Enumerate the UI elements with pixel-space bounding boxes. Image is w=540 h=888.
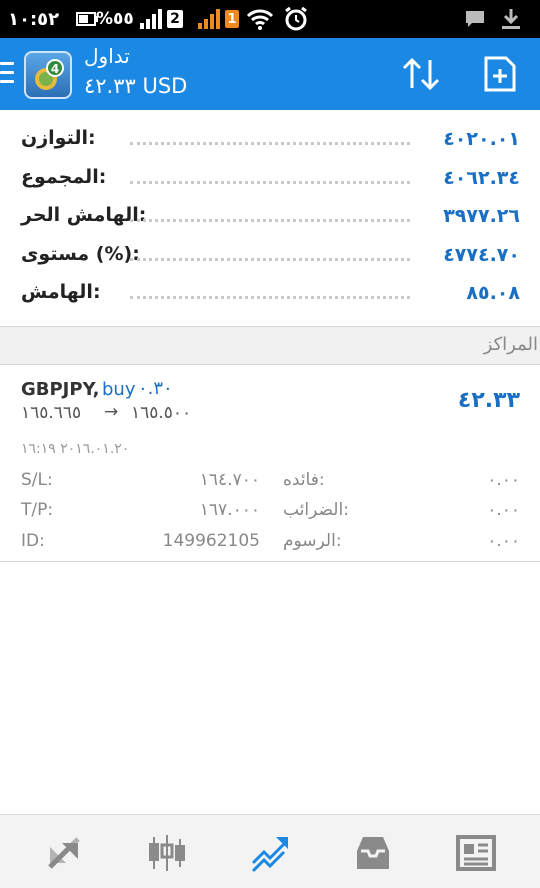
taxes-value: ٠.٠٠	[487, 500, 520, 520]
margin-level-value: ٤٧٧٤.٧٠	[443, 243, 520, 266]
margin-level-label: مستوى (%):	[21, 242, 140, 265]
position-time: ٢٠١٦.٠١.٢٠ ١٦:١٩	[21, 441, 130, 457]
svg-text:4: 4	[51, 62, 59, 76]
quotes-icon[interactable]	[44, 833, 84, 873]
taxes-label: الضرائب:	[283, 500, 349, 520]
bottom-navigation	[0, 814, 540, 888]
chart-icon[interactable]	[147, 833, 187, 873]
dotted-leader	[130, 180, 410, 184]
sort-icon[interactable]	[401, 56, 441, 96]
positions-section-header: المراكز	[0, 327, 540, 365]
message-icon	[465, 0, 485, 38]
status-time: ١٠:٥٢	[8, 8, 60, 30]
position-symbol: GBPJPY,	[21, 379, 100, 400]
margin-value: ٨٥.٠٨	[466, 282, 520, 304]
equity-value: ٤٠٦٢.٣٤	[443, 166, 520, 189]
free-margin-label: الهامش الحر:	[21, 204, 147, 226]
news-icon[interactable]	[456, 833, 496, 873]
balance-value: ٤٠٢٠.٠١	[443, 128, 520, 150]
sim1-badge: 2	[167, 10, 183, 28]
equity-label: المجموع:	[21, 165, 107, 188]
sl-label: S/L:	[21, 470, 53, 490]
tp-label: T/P:	[21, 500, 54, 520]
download-icon	[501, 0, 521, 38]
dotted-leader	[130, 257, 410, 261]
fees-label: الرسوم:	[283, 531, 342, 551]
sl-value: ١٦٤.٧٠٠	[199, 470, 260, 490]
positions-section-title: المراكز	[483, 334, 538, 355]
history-icon[interactable]	[353, 833, 393, 873]
app-header: 4 تداول ٤٢.٣٣ USD	[0, 38, 540, 110]
dotted-leader	[130, 219, 410, 222]
position-type: buy	[102, 379, 136, 400]
position-lots: ٠.٣٠	[138, 378, 173, 399]
position-current-price: ١٦٥.٥٠٠	[131, 403, 192, 423]
tp-value: ١٦٧.٠٠٠	[199, 500, 260, 520]
fees-value: ٠.٠٠	[487, 531, 520, 551]
app-logo-icon[interactable]: 4	[24, 51, 72, 99]
wifi-icon	[247, 0, 273, 38]
equity-row: المجموع: ٤٠٦٢.٣٤	[0, 161, 540, 200]
signal-icon-sim2	[198, 0, 222, 38]
new-order-icon[interactable]	[484, 56, 516, 96]
id-label: ID:	[21, 531, 45, 551]
signal-icon-sim1	[140, 0, 164, 38]
battery-percent: %٥٥	[96, 9, 134, 29]
interest-label: فائده:	[283, 470, 325, 490]
menu-icon[interactable]	[0, 62, 14, 84]
sim2-badge: 1	[225, 10, 239, 28]
dotted-leader	[130, 296, 410, 299]
margin-row: الهامش: ٨٥.٠٨	[0, 276, 540, 315]
trade-icon[interactable]	[250, 833, 290, 873]
balance-row: التوازن: ٤٠٢٠.٠١	[0, 122, 540, 161]
position-item[interactable]: GBPJPY, buy ٠.٣٠ ٤٢.٣٣ ١٦٥.٦٦٥ → ١٦٥.٥٠٠…	[0, 366, 540, 562]
free-margin-row: الهامش الحر: ٣٩٧٧.٢٦	[0, 199, 540, 238]
status-bar: ١٠:٥٢ %٥٥ 2 1	[0, 0, 540, 38]
margin-level-row: مستوى (%): ٤٧٧٤.٧٠	[0, 238, 540, 277]
dotted-leader	[130, 142, 410, 145]
id-value: 149962105	[162, 531, 260, 551]
position-profit: ٤٢.٣٣	[457, 388, 520, 413]
price-arrow-icon: →	[104, 402, 119, 422]
margin-label: الهامش:	[21, 281, 101, 303]
battery-icon	[76, 0, 98, 38]
free-margin-value: ٣٩٧٧.٢٦	[443, 205, 520, 227]
header-profit: ٤٢.٣٣ USD	[84, 74, 188, 98]
page-title: تداول	[84, 44, 130, 68]
account-summary: التوازن: ٤٠٢٠.٠١ المجموع: ٤٠٦٢.٣٤ الهامش…	[0, 122, 540, 315]
alarm-icon	[283, 0, 309, 38]
balance-label: التوازن:	[21, 127, 96, 149]
interest-value: ٠.٠٠	[487, 470, 520, 490]
position-open-price: ١٦٥.٦٦٥	[21, 403, 82, 423]
